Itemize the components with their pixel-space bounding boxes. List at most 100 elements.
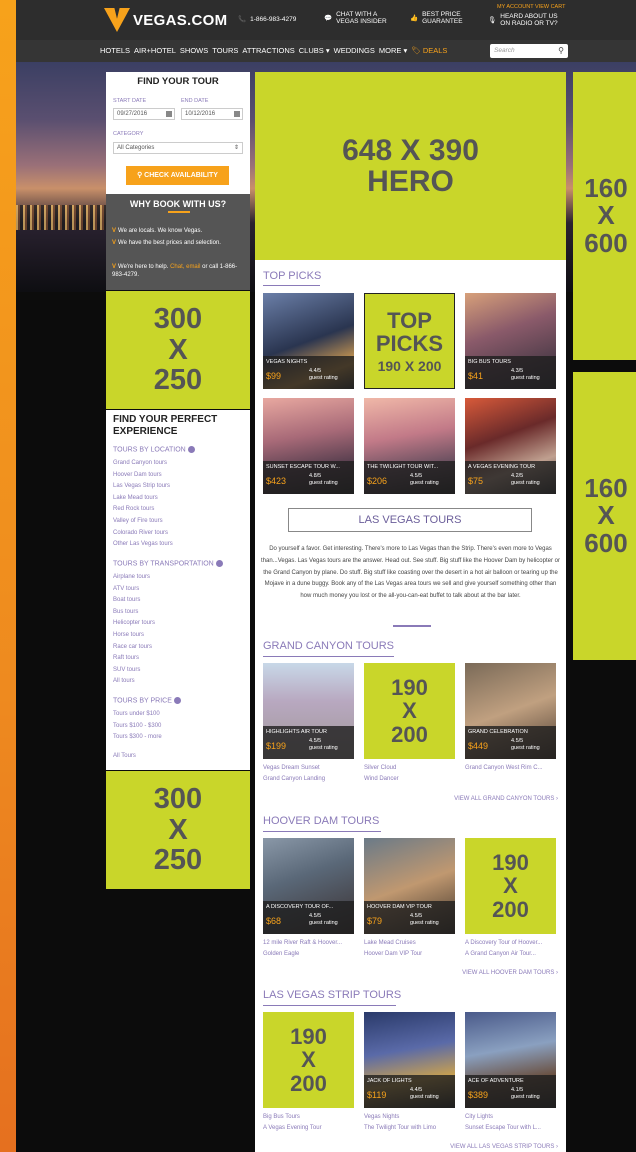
sidebar-tour-link[interactable]: Airplane tours (113, 574, 150, 580)
tour-card[interactable]: A DISCOVERY TOUR OF... $68 4.5/5 guest ra… (263, 838, 354, 934)
tour-card[interactable]: A VEGAS EVENING TOUR $75 4.2/5 guest rati… (465, 398, 556, 494)
related-tour-link[interactable]: 12 mile River Raft & Hoover... (263, 938, 342, 949)
account-links[interactable]: MY ACCOUNT VIEW CART (497, 4, 565, 10)
tour-finder-title: FIND YOUR TOUR (137, 76, 219, 87)
nav-tours[interactable]: TOURS (212, 46, 238, 55)
sidebar-tour-link[interactable]: Other Las Vegas tours (113, 541, 173, 547)
top-picks-ad-190x200[interactable]: TOP PICKS 190 X 200 (364, 293, 455, 389)
tour-price: $68 (266, 916, 282, 926)
sidebar-tour-link[interactable]: Grand Canyon tours (113, 460, 167, 466)
related-tour-link[interactable]: Hoover Dam VIP Tour (364, 949, 422, 960)
tours-by-location-header[interactable]: TOURS BY LOCATION (113, 446, 195, 453)
why-item: V We're here to help. Chat, email or call… (112, 264, 238, 278)
nav-shows[interactable]: SHOWS (180, 46, 208, 55)
tour-card[interactable]: HOOVER DAM VIP TOUR $79 4.5/5 guest ratin… (364, 838, 455, 934)
related-tour-link[interactable]: Vegas Dream Sunset (263, 763, 320, 774)
sidebar-tour-link[interactable]: Bus tours (113, 609, 138, 615)
sidebar-tour-link[interactable]: Raft tours (113, 655, 139, 661)
tour-card[interactable]: SUNSET ESCAPE TOUR W... $423 4.8/5 guest … (263, 398, 354, 494)
sidebar-tour-link[interactable]: Boat tours (113, 597, 140, 603)
strip-ad-190x200[interactable]: 190 X 200 (263, 1012, 354, 1108)
related-tour-link[interactable]: A Vegas Evening Tour (263, 1123, 322, 1134)
nav-clubs[interactable]: CLUBS ▾ (299, 46, 330, 55)
tour-card[interactable]: JACK OF LIGHTS $119 4.4/5 guest rating (364, 1012, 455, 1108)
related-tour-link[interactable]: A Grand Canyon Air Tour... (465, 949, 536, 960)
tour-rating: 4.5/5 guest rating (309, 738, 338, 751)
skyscraper-ad-1[interactable]: 160 X 600 (573, 72, 636, 360)
sidebar-tour-link[interactable]: Red Rock tours (113, 506, 154, 512)
related-tour-link[interactable]: A Discovery Tour of Hoover... (465, 938, 542, 949)
calendar-icon[interactable] (234, 111, 240, 117)
calendar-icon[interactable] (166, 111, 172, 117)
tour-card-info: A VEGAS EVENING TOUR $75 4.2/5 guest rati… (465, 461, 556, 494)
nav-deals[interactable]: 🏷 DEALS (411, 46, 447, 55)
phone-number[interactable]: 📞 1-866-983-4279 (238, 16, 296, 23)
related-tour-link[interactable]: The Twilight Tour with Limo (364, 1123, 436, 1134)
sidebar-tour-link[interactable]: Hoover Dam tours (113, 472, 162, 478)
price-guarantee-link[interactable]: 👍 BEST PRICE GUARANTEE (410, 11, 463, 25)
tour-card[interactable]: HIGHLIGHTS AIR TOUR $199 4.5/5 guest rati… (263, 663, 354, 759)
search-icon[interactable]: ⚲ (558, 46, 564, 55)
radio-tv-link[interactable]: 🎙 HEARD ABOUT US ON RADIO OR TV? (488, 13, 558, 27)
end-date-field[interactable]: 10/12/2016 (181, 108, 243, 120)
sidebar-tour-link[interactable]: All tours (113, 678, 135, 684)
view-all-hoover-dam-link[interactable]: VIEW ALL HOOVER DAM TOURS › (400, 970, 558, 976)
hero-ad-648x390[interactable]: 648 X 390 HERO (255, 72, 566, 260)
related-tour-link[interactable]: Silver Cloud (364, 763, 396, 774)
nav-air-hotel[interactable]: AIR+HOTEL (134, 46, 176, 55)
search-input[interactable]: Search ⚲ (490, 44, 568, 58)
tour-card-info: HIGHLIGHTS AIR TOUR $199 4.5/5 guest rati… (263, 726, 354, 759)
hoover-dam-ad-190x200[interactable]: 190 X 200 (465, 838, 556, 934)
related-tour-link[interactable]: Wind Dancer (364, 774, 399, 785)
tour-card[interactable]: GRAND CELEBRATION $449 4.5/5 guest rating (465, 663, 556, 759)
side-ad-300x250[interactable]: 300 X 250 (106, 291, 250, 409)
sidebar-tour-link[interactable]: ATV tours (113, 586, 139, 592)
tours-by-price-header[interactable]: TOURS BY PRICE (113, 697, 181, 704)
tour-card[interactable]: BIG BUS TOURS $41 4.3/5 guest rating (465, 293, 556, 389)
related-tour-link[interactable]: Grand Canyon West Rim C... (465, 763, 543, 774)
related-tour-link[interactable]: Golden Eagle (263, 949, 299, 960)
tour-rating: 4.2/5 guest rating (511, 473, 540, 486)
tour-card[interactable]: THE TWILIGHT TOUR WIT... $206 4.5/5 guest… (364, 398, 455, 494)
related-tour-link[interactable]: Vegas Nights (364, 1112, 399, 1123)
sidebar-tour-link[interactable]: Helicopter tours (113, 620, 155, 626)
collapse-icon (187, 446, 195, 453)
nav-hotels[interactable]: HOTELS (100, 46, 130, 55)
sidebar-tour-link[interactable]: Horse tours (113, 632, 144, 638)
sidebar-tour-link[interactable]: Tours $300 - more (113, 734, 162, 740)
sidebar-tour-link[interactable]: Tours under $100 (113, 711, 160, 717)
chat-link[interactable]: 💬 CHAT WITH A VEGAS INSIDER (324, 11, 387, 25)
related-tour-link[interactable]: Big Bus Tours (263, 1112, 300, 1123)
tour-card[interactable]: ACE OF ADVENTURE $389 4.1/5 guest rating (465, 1012, 556, 1108)
site-logo[interactable]: VEGAS.COM (104, 8, 227, 32)
category-select[interactable]: All Categories ⇕ (113, 142, 243, 154)
nav-weddings[interactable]: WEDDINGS (334, 46, 375, 55)
start-date-field[interactable]: 09/27/2016 (113, 108, 175, 120)
related-tour-link[interactable]: Sunset Escape Tour with L... (465, 1123, 541, 1134)
grand-canyon-ad-190x200[interactable]: 190 X 200 (364, 663, 455, 759)
related-tour-link[interactable]: Grand Canyon Landing (263, 774, 325, 785)
nav-attractions[interactable]: ATTRACTIONS (242, 46, 294, 55)
related-tour-link[interactable]: City Lights (465, 1112, 493, 1123)
nav-more[interactable]: MORE ▾ (379, 46, 407, 55)
tour-card-info: JACK OF LIGHTS $119 4.4/5 guest rating (364, 1075, 455, 1108)
view-all-strip-link[interactable]: VIEW ALL LAS VEGAS STRIP TOURS › (400, 1144, 558, 1150)
sidebar-tour-link[interactable]: Lake Mead tours (113, 495, 158, 501)
chat-email-link[interactable]: Chat, email (170, 264, 200, 270)
sidebar-tour-link[interactable]: Race car tours (113, 644, 152, 650)
sidebar-tour-link[interactable]: Las Vegas Strip tours (113, 483, 170, 489)
tours-by-transportation-header[interactable]: TOURS BY TRANSPORTATION (113, 560, 223, 567)
sidebar-tour-link[interactable]: SUV tours (113, 667, 140, 673)
related-tour-link[interactable]: Lake Mead Cruises (364, 938, 416, 949)
sidebar-tour-link[interactable]: Valley of Fire tours (113, 518, 163, 524)
side-ad-300x250-2[interactable]: 300 X 250 (106, 771, 250, 889)
sidebar-tour-link[interactable]: Colorado River tours (113, 530, 168, 536)
check-availability-button[interactable]: ⚲ CHECK AVAILABILITY (126, 166, 229, 185)
tour-card[interactable]: VEGAS NIGHTS $99 4.4/5 guest rating (263, 293, 354, 389)
sidebar-tour-link[interactable]: Tours $100 - $300 (113, 723, 161, 729)
view-all-grand-canyon-link[interactable]: VIEW ALL GRAND CANYON TOURS › (400, 796, 558, 802)
skyscraper-ad-2[interactable]: 160 X 600 (573, 372, 636, 660)
tour-rating: 4.5/5 guest rating (511, 738, 540, 751)
end-date-label: END DATE (181, 98, 209, 104)
all-tours-link[interactable]: All Tours (113, 753, 136, 759)
